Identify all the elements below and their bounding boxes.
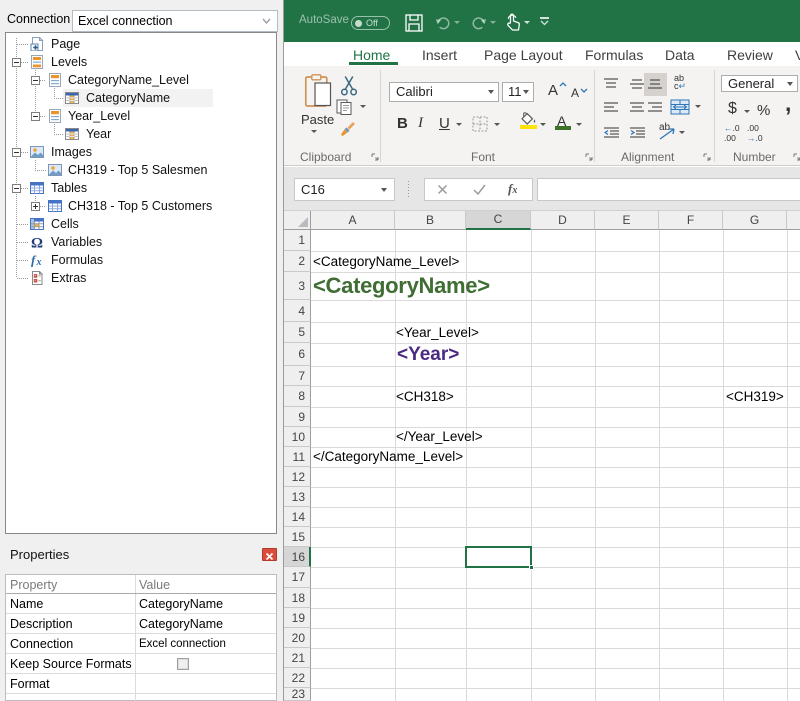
svg-text:Ω: Ω [31, 236, 43, 250]
svg-text:x: x [36, 257, 42, 267]
